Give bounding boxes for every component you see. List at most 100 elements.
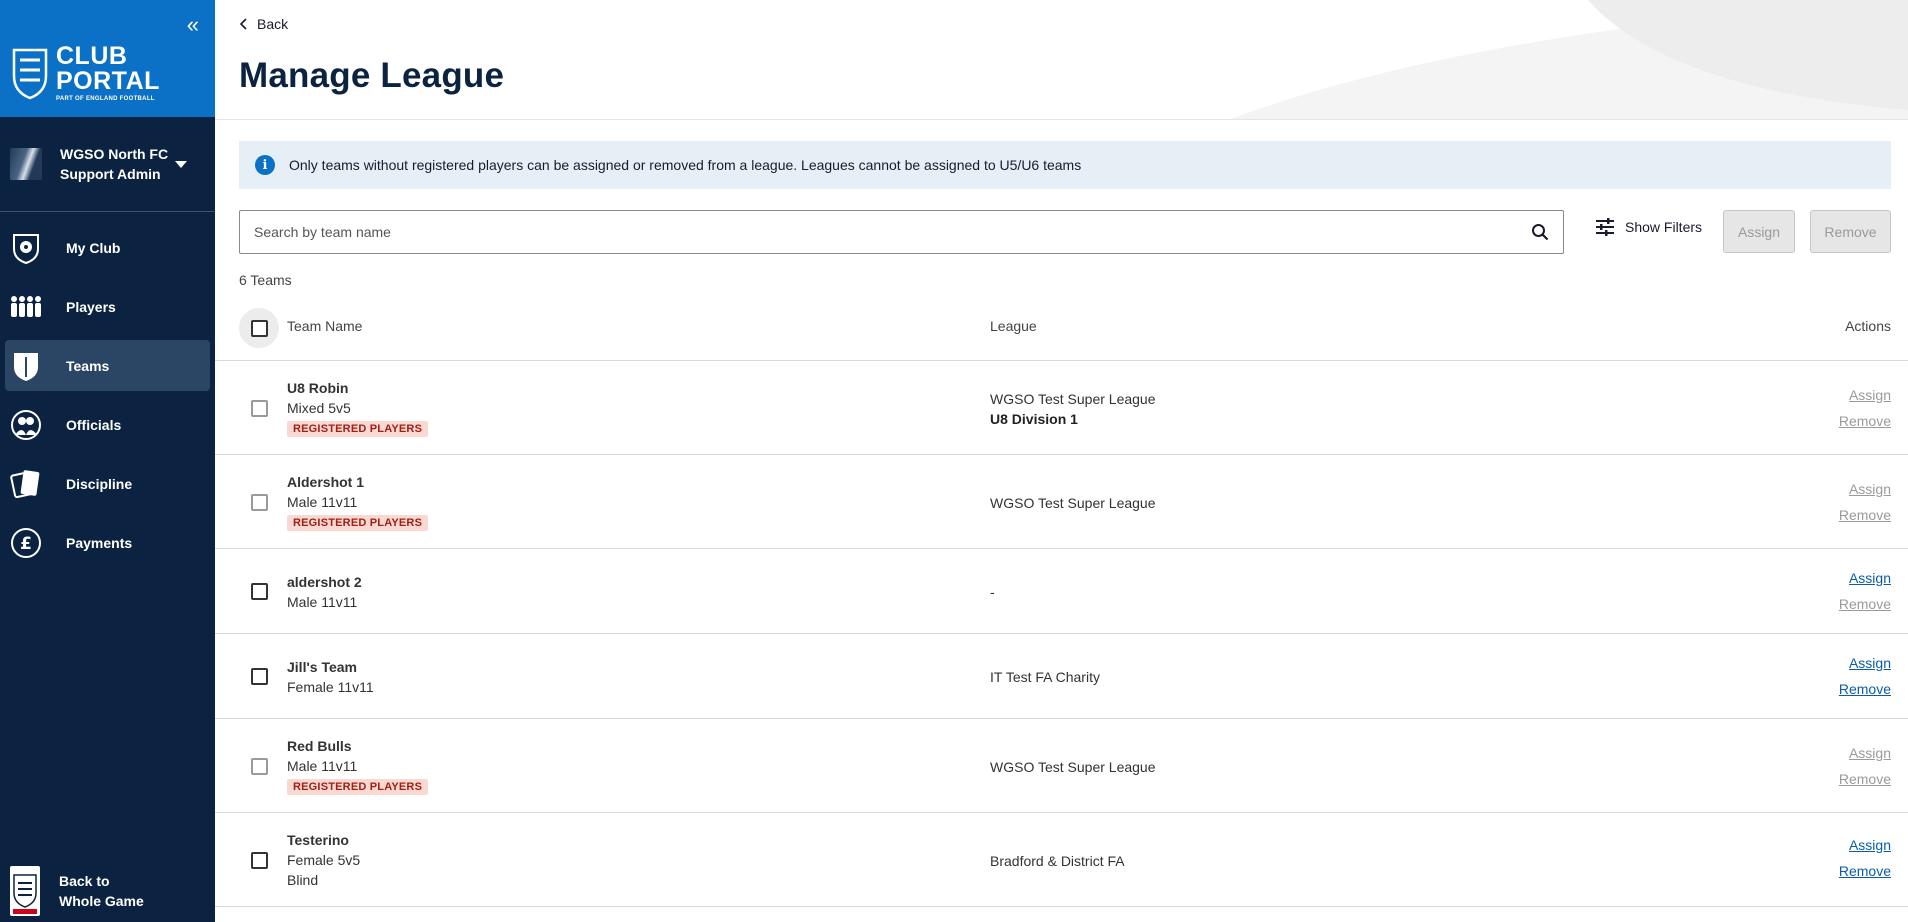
row-assign-link[interactable]: Assign [1849,745,1891,761]
table-row: U8 Robin Mixed 5v5 REGISTERED PLAYERS WG… [215,361,1908,455]
info-icon: i [255,155,275,175]
column-header-league: League [990,318,1037,334]
club-portal-logo[interactable]: CLUB PORTAL PART OF ENGLAND FOOTBALL [10,44,160,102]
row-assign-link[interactable]: Assign [1849,570,1891,586]
back-to-whole-game-label: Back to Whole Game [59,873,144,909]
back-link[interactable]: Back [239,16,288,32]
table-header: Team Name League Actions [215,296,1908,361]
row-checkbox[interactable] [250,757,268,775]
row-remove-link[interactable]: Remove [1839,863,1891,879]
team-extra: Blind [287,872,319,888]
row-checkbox[interactable] [250,851,268,869]
sidebar-item-discipline[interactable]: Discipline [5,458,210,509]
sidebar-item-teams[interactable]: Teams [5,340,210,391]
players-icon [10,291,42,323]
team-name: aldershot 2 [287,574,362,590]
shield-ball-icon [10,232,42,264]
select-all-checkbox[interactable] [250,319,268,337]
registered-players-badge: REGISTERED PLAYERS [287,421,429,437]
row-assign-link[interactable]: Assign [1849,481,1891,497]
row-assign-link[interactable]: Assign [1849,387,1891,403]
team-type: Female 5v5 [287,852,361,868]
club-name: WGSO North FC [60,146,169,162]
league-name: Bradford & District FA [990,853,1125,869]
show-filters-label: Show Filters [1625,219,1703,235]
row-checkbox[interactable] [250,667,268,685]
page-title: Manage League [239,56,505,95]
sidebar-brand: « CLUB PORTAL PART OF ENGLAND FOOTBALL [0,0,215,117]
info-banner: i Only teams without registered players … [239,141,1891,189]
row-remove-link[interactable]: Remove [1839,771,1891,787]
main-content: Back Manage League i Only teams without … [215,0,1908,922]
sidebar-item-label: Discipline [66,475,133,492]
row-checkbox[interactable] [250,399,268,417]
search-field[interactable] [239,210,1564,254]
select-all-checkbox-wrapper [239,308,279,348]
row-remove-link[interactable]: Remove [1839,681,1891,697]
table-row: Aldershot 1 Male 11v11 REGISTERED PLAYER… [215,455,1908,549]
info-banner-text: Only teams without registered players ca… [289,157,1082,173]
sidebar-item-label: Officials [66,416,122,433]
shield-icon [10,350,42,382]
cards-icon [10,468,42,500]
sidebar: « CLUB PORTAL PART OF ENGLAND FOOTBALL W… [0,0,215,922]
sidebar-item-payments[interactable]: £ Payments [5,517,210,568]
search-icon[interactable] [1531,223,1549,241]
table-row: Red Bulls Male 11v11 REGISTERED PLAYERS … [215,719,1908,813]
team-type: Male 11v11 [287,494,358,510]
team-type: Male 11v11 [287,758,358,774]
remove-button[interactable]: Remove [1810,210,1891,253]
back-to-whole-game[interactable]: Back to Whole Game [0,860,215,922]
registered-players-badge: REGISTERED PLAYERS [287,779,429,795]
league-name: IT Test FA Charity [990,669,1100,685]
team-name: Jill's Team [287,659,357,675]
table-row: Jill's Team Female 11v11 IT Test FA Char… [215,634,1908,719]
team-count: 6 Teams [239,272,292,288]
team-name: Aldershot 1 [287,474,365,490]
sidebar-item-officials[interactable]: Officials [5,399,210,450]
table-row: aldershot 2 Male 11v11 - Assign Remove [215,549,1908,634]
page-header: Back Manage League [215,0,1908,120]
filter-sliders-icon [1596,218,1614,236]
assign-button[interactable]: Assign [1723,210,1795,253]
row-assign-link[interactable]: Assign [1849,655,1891,671]
team-type: Female 11v11 [287,679,374,695]
logo-line-3: PART OF ENGLAND FOOTBALL [56,96,155,102]
sidebar-item-players[interactable]: Players [5,281,210,332]
row-checkbox[interactable] [250,582,268,600]
show-filters-button[interactable]: Show Filters [1595,218,1702,236]
chevron-down-icon [175,160,187,168]
svg-text:£: £ [20,534,32,554]
sidebar-item-label: Payments [66,534,133,551]
collapse-sidebar-icon[interactable]: « [187,12,199,38]
row-assign-link[interactable]: Assign [1849,837,1891,853]
row-remove-link[interactable]: Remove [1839,413,1891,429]
sidebar-item-my-club[interactable]: My Club [5,222,210,273]
row-remove-link[interactable]: Remove [1839,507,1891,523]
fa-crest-icon [10,866,40,916]
search-input[interactable] [254,224,1531,240]
pound-icon: £ [10,527,42,559]
sidebar-nav: My Club Players Teams Officials Discipli… [0,222,215,568]
row-checkbox[interactable] [250,493,268,511]
club-switcher[interactable]: WGSO North FC Support Admin [0,117,215,212]
officials-icon [10,409,42,441]
league-name: WGSO Test Super League [990,391,1156,407]
sidebar-item-label: Teams [66,357,110,374]
row-remove-link[interactable]: Remove [1839,596,1891,612]
team-name: Red Bulls [287,738,352,754]
header-background-graphic [1230,0,1908,119]
team-name: Testerino [287,832,349,848]
sidebar-item-label: My Club [66,239,121,256]
column-header-team-name: Team Name [287,318,363,334]
league-name: - [990,584,995,600]
league-division: U8 Division 1 [990,411,1078,427]
team-name: U8 Robin [287,380,349,396]
sidebar-item-label: Players [66,298,116,315]
back-label: Back [257,16,289,32]
team-type: Male 11v11 [287,594,358,610]
registered-players-badge: REGISTERED PLAYERS [287,515,429,531]
chevron-left-icon [239,18,247,30]
three-lions-crest-icon [12,48,48,100]
logo-line-1: CLUB [56,42,128,70]
